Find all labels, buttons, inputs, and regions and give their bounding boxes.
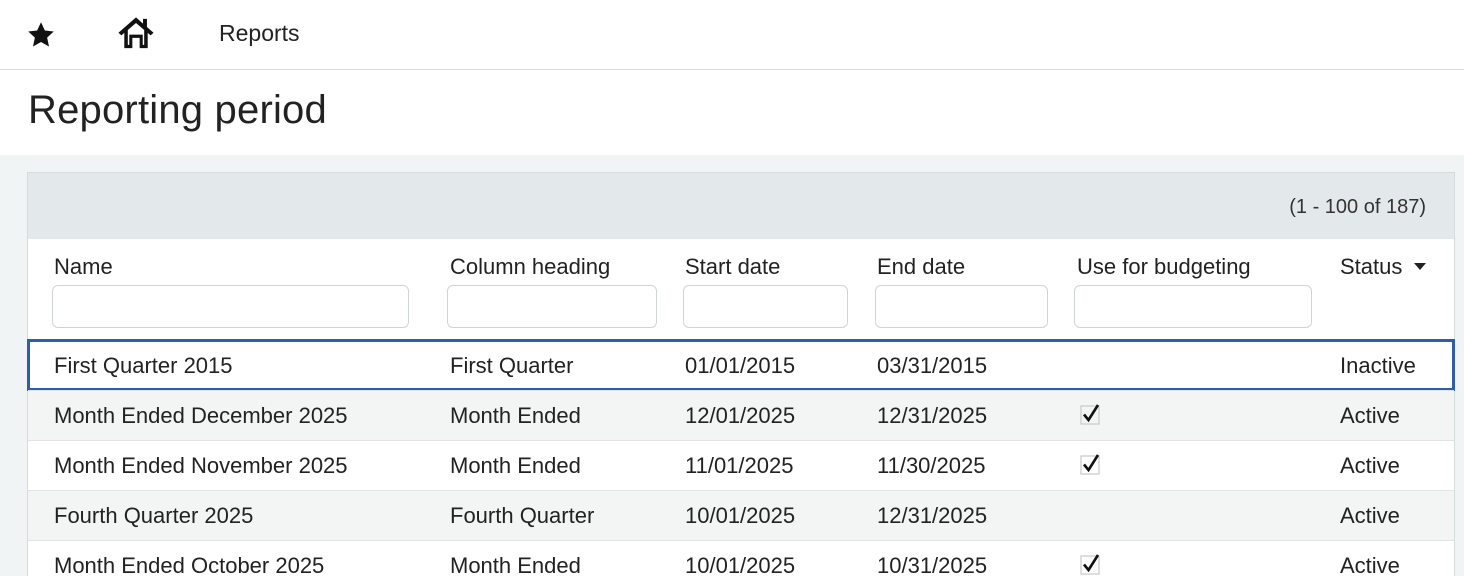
filter-name-input[interactable] [52, 285, 409, 328]
table-row[interactable]: Month Ended October 2025 Month Ended 10/… [28, 540, 1454, 576]
cell-column-heading: Month Ended [450, 453, 581, 478]
filter-column-heading-input[interactable] [447, 285, 657, 328]
star-icon[interactable] [26, 20, 56, 50]
table-row[interactable]: Month Ended November 2025 Month Ended 11… [28, 440, 1454, 490]
home-icon[interactable] [117, 14, 155, 50]
column-header-end-date[interactable]: End date [877, 254, 965, 280]
cell-status: Inactive [1340, 353, 1416, 378]
checkmark-icon [1080, 404, 1100, 425]
column-header-status[interactable]: Status [1340, 254, 1427, 280]
cell-column-heading: Month Ended [450, 403, 581, 428]
top-nav: Reports [0, 0, 1464, 70]
reporting-period-grid: (1 - 100 of 187) Name Column heading Sta… [27, 172, 1455, 576]
checkmark-icon [1080, 554, 1100, 575]
sort-down-icon [1414, 262, 1427, 270]
cell-status: Active [1340, 453, 1400, 478]
cell-end-date: 12/31/2025 [877, 503, 988, 528]
cell-start-date: 12/01/2025 [685, 403, 796, 428]
cell-name[interactable]: Month Ended November 2025 [54, 453, 348, 479]
column-header-column-heading[interactable]: Column heading [450, 254, 610, 280]
filter-start-date-input[interactable] [683, 285, 848, 328]
table-row[interactable]: Month Ended December 2025 Month Ended 12… [28, 390, 1454, 440]
cell-name[interactable]: Month Ended October 2025 [54, 553, 324, 576]
cell-end-date: 12/31/2025 [877, 403, 988, 428]
cell-status: Active [1340, 553, 1400, 576]
cell-start-date: 01/01/2015 [685, 353, 796, 378]
table-row[interactable]: First Quarter 2015 First Quarter 01/01/2… [27, 339, 1455, 391]
column-header-name[interactable]: Name [54, 254, 113, 280]
grid-toolbar: (1 - 100 of 187) [28, 173, 1454, 239]
pager-text: (1 - 100 of 187) [1289, 196, 1426, 218]
cell-end-date: 10/31/2025 [877, 553, 988, 576]
cell-start-date: 10/01/2025 [685, 553, 796, 576]
column-header-status-label: Status [1340, 254, 1403, 279]
cell-end-date: 03/31/2015 [877, 353, 988, 378]
filter-end-date-input[interactable] [875, 285, 1048, 328]
cell-start-date: 11/01/2025 [685, 453, 794, 478]
table-row[interactable]: Fourth Quarter 2025 Fourth Quarter 10/01… [28, 490, 1454, 540]
column-header-use-for-budgeting[interactable]: Use for budgeting [1077, 254, 1251, 280]
page-title: Reporting period [28, 88, 327, 132]
cell-name[interactable]: First Quarter 2015 [54, 353, 233, 379]
cell-end-date: 11/30/2025 [877, 453, 986, 478]
cell-status: Active [1340, 403, 1400, 428]
column-header-start-date[interactable]: Start date [685, 254, 780, 280]
cell-name[interactable]: Fourth Quarter 2025 [54, 503, 253, 529]
cell-status: Active [1340, 503, 1400, 528]
reports-nav-link[interactable]: Reports [219, 20, 300, 47]
cell-name[interactable]: Month Ended December 2025 [54, 403, 348, 429]
filter-use-for-budgeting-input[interactable] [1074, 285, 1312, 328]
cell-column-heading: Fourth Quarter [450, 503, 595, 528]
cell-start-date: 10/01/2025 [685, 503, 796, 528]
checkmark-icon [1080, 454, 1100, 475]
cell-column-heading: Month Ended [450, 553, 581, 576]
cell-column-heading: First Quarter [450, 353, 574, 378]
